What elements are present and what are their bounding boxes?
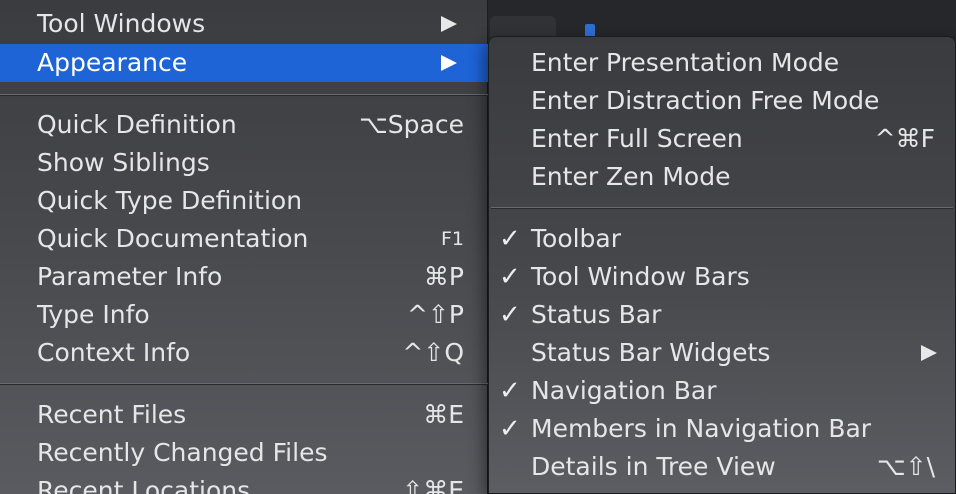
menu-item-label: Status Bar Widgets	[531, 338, 771, 367]
menu-item-shortcut: ⌥⇧\	[876, 452, 935, 481]
menu-item-recent-locations[interactable]: Recent Locations ⇧⌘E	[0, 472, 488, 494]
menu-item-label: Recently Changed Files	[37, 438, 328, 467]
screen: Tool Windows Appearance Quick Definition…	[0, 0, 956, 494]
menu-item-details-in-tree-view[interactable]: Details in Tree View ⌥⇧\	[489, 448, 955, 486]
appearance-submenu: Enter Presentation Mode Enter Distractio…	[488, 36, 956, 494]
submenu-arrow-icon	[441, 55, 457, 71]
menu-item-enter-presentation-mode[interactable]: Enter Presentation Mode	[489, 44, 955, 82]
menu-item-label: Show Siblings	[37, 148, 210, 177]
checkmark-icon: ✓	[499, 414, 521, 444]
checkmark-icon: ✓	[499, 376, 521, 406]
menu-item-tool-windows[interactable]: Tool Windows	[0, 5, 488, 43]
menu-item-context-info[interactable]: Context Info ^⇧Q	[0, 334, 488, 372]
menu-item-label: Enter Zen Mode	[531, 162, 731, 191]
view-menu: Tool Windows Appearance Quick Definition…	[0, 0, 488, 494]
menu-item-enter-zen-mode[interactable]: Enter Zen Mode	[489, 158, 955, 196]
checkmark-icon: ✓	[499, 300, 521, 330]
menu-item-label: Tool Windows	[37, 9, 206, 38]
menu-item-show-siblings[interactable]: Show Siblings	[0, 144, 488, 182]
menu-separator	[0, 383, 488, 385]
menu-item-label: Quick Documentation	[37, 224, 309, 253]
menu-item-label: Quick Type Definition	[37, 186, 303, 215]
menu-item-label: Enter Full Screen	[531, 124, 743, 153]
menu-separator	[491, 207, 953, 209]
menu-item-recently-changed-files[interactable]: Recently Changed Files	[0, 434, 488, 472]
menu-item-label: Toolbar	[531, 224, 622, 253]
menu-item-label: Details in Tree View	[531, 452, 776, 481]
checkmark-icon: ✓	[499, 224, 521, 254]
menu-item-shortcut: ⌘E	[423, 400, 464, 429]
menu-item-enter-full-screen[interactable]: Enter Full Screen ^⌘F	[489, 120, 955, 158]
menu-item-appearance[interactable]: Appearance	[0, 44, 488, 82]
menu-item-label: Appearance	[37, 48, 188, 77]
menu-item-label: Recent Files	[37, 400, 187, 429]
submenu-arrow-icon	[921, 345, 937, 361]
menu-item-label: Members in Navigation Bar	[531, 414, 872, 443]
menu-item-label: Quick Definition	[37, 110, 237, 139]
menu-item-label: Enter Presentation Mode	[531, 48, 840, 77]
checkmark-icon: ✓	[499, 262, 521, 292]
menu-item-recent-files[interactable]: Recent Files ⌘E	[0, 396, 488, 434]
menu-item-label: Enter Distraction Free Mode	[531, 86, 880, 115]
menu-item-shortcut: ^⇧P	[407, 300, 464, 329]
menu-item-shortcut: F1	[440, 228, 464, 250]
menu-item-status-bar[interactable]: ✓ Status Bar	[489, 296, 955, 334]
menu-item-label: Recent Locations	[37, 476, 251, 494]
menu-item-label: Type Info	[37, 300, 150, 329]
menu-item-shortcut: ⌥Space	[359, 110, 464, 139]
menu-item-shortcut: ^⇧Q	[402, 338, 464, 367]
menu-item-quick-definition[interactable]: Quick Definition ⌥Space	[0, 106, 488, 144]
menu-item-label: Tool Window Bars	[531, 262, 750, 291]
menu-separator	[0, 94, 488, 96]
menu-item-type-info[interactable]: Type Info ^⇧P	[0, 296, 488, 334]
menu-item-members-in-navigation-bar[interactable]: ✓ Members in Navigation Bar	[489, 410, 955, 448]
menu-item-toolbar[interactable]: ✓ Toolbar	[489, 220, 955, 258]
menu-item-label: Context Info	[37, 338, 191, 367]
menu-item-shortcut: ^⌘F	[874, 124, 935, 153]
menu-item-shortcut: ⌘P	[423, 262, 464, 291]
menu-item-status-bar-widgets[interactable]: Status Bar Widgets	[489, 334, 955, 372]
menu-item-navigation-bar[interactable]: ✓ Navigation Bar	[489, 372, 955, 410]
editor-tab-strip	[487, 0, 956, 40]
menu-item-enter-distraction-free-mode[interactable]: Enter Distraction Free Mode	[489, 82, 955, 120]
menu-item-label: Status Bar	[531, 300, 662, 329]
menu-item-parameter-info[interactable]: Parameter Info ⌘P	[0, 258, 488, 296]
menu-item-label: Navigation Bar	[531, 376, 717, 405]
menu-item-label: Parameter Info	[37, 262, 223, 291]
submenu-arrow-icon	[441, 16, 457, 32]
menu-item-quick-type-definition[interactable]: Quick Type Definition	[0, 182, 488, 220]
menu-item-shortcut: ⇧⌘E	[402, 476, 464, 494]
menu-item-quick-documentation[interactable]: Quick Documentation F1	[0, 220, 488, 258]
menu-item-tool-window-bars[interactable]: ✓ Tool Window Bars	[489, 258, 955, 296]
